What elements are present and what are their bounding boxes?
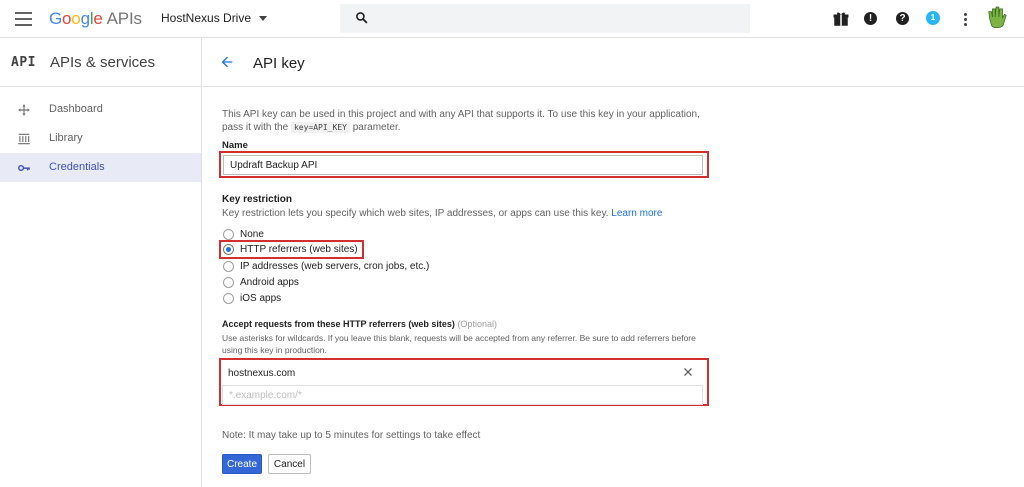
- referrer-input[interactable]: [222, 385, 703, 405]
- radio-http-referrers[interactable]: HTTP referrers (web sites): [223, 244, 358, 255]
- referrers-description: Use asterisks for wildcards. If you leav…: [222, 333, 696, 355]
- radio-ip-addresses[interactable]: IP addresses (web servers, cron jobs, et…: [223, 261, 429, 272]
- menu-icon[interactable]: [15, 12, 32, 26]
- radio-ios-apps[interactable]: iOS apps: [223, 293, 281, 304]
- close-icon[interactable]: [682, 366, 694, 378]
- sidebar: API APIs & services Dashboard Library Cr…: [0, 38, 202, 487]
- chevron-down-icon: [259, 15, 268, 21]
- notifications-badge[interactable]: 1: [926, 11, 944, 29]
- radio-button[interactable]: [223, 229, 234, 240]
- radio-button-selected[interactable]: [223, 244, 234, 255]
- optional-label: (Optional): [457, 319, 497, 329]
- settings-note: Note: It may take up to 5 minutes for se…: [222, 430, 481, 441]
- more-options-icon[interactable]: [964, 13, 967, 31]
- library-icon: [18, 133, 30, 145]
- feedback-icon[interactable]: !: [864, 12, 882, 30]
- api-key-description: This API key can be used in this project…: [222, 109, 700, 133]
- radio-button[interactable]: [223, 261, 234, 272]
- referrers-heading: Accept requests from these HTTP referrer…: [222, 319, 497, 329]
- referrer-entry[interactable]: hostnexus.com: [228, 368, 295, 379]
- sidebar-item-credentials[interactable]: Credentials: [0, 153, 201, 182]
- help-icon[interactable]: ?: [896, 12, 914, 30]
- google-apis-logo[interactable]: Google APIs: [49, 9, 142, 29]
- page-header: API key: [203, 38, 1024, 87]
- project-selector[interactable]: HostNexus Drive: [161, 11, 268, 25]
- main-content: API key This API key can be used in this…: [203, 38, 1024, 487]
- key-restriction-heading: Key restriction: [222, 194, 293, 205]
- search-icon: [356, 12, 368, 24]
- sidebar-item-label: Library: [49, 132, 83, 144]
- sidebar-title: APIs & services: [49, 53, 156, 71]
- radio-none[interactable]: None: [223, 229, 264, 240]
- learn-more-link[interactable]: Learn more: [611, 208, 662, 219]
- name-label: Name: [222, 140, 248, 151]
- project-name: HostNexus Drive: [161, 11, 252, 25]
- name-field[interactable]: [223, 155, 703, 175]
- page-title: API key: [253, 55, 305, 72]
- cancel-button[interactable]: Cancel: [268, 454, 311, 474]
- dashboard-icon: [18, 104, 30, 116]
- radio-button[interactable]: [223, 293, 234, 304]
- gift-icon[interactable]: [832, 10, 850, 28]
- key-restriction-description: Key restriction lets you specify which w…: [222, 208, 663, 219]
- sidebar-item-label: Credentials: [49, 161, 105, 173]
- avatar[interactable]: [986, 6, 1008, 30]
- sidebar-item-dashboard[interactable]: Dashboard: [0, 95, 201, 124]
- back-arrow-icon[interactable]: [219, 54, 235, 70]
- radio-button[interactable]: [223, 277, 234, 288]
- sidebar-item-library[interactable]: Library: [0, 124, 201, 153]
- top-bar: Google APIs HostNexus Drive ! ? 1: [0, 0, 1024, 38]
- search-bar[interactable]: [340, 4, 750, 33]
- api-key-param: key=API_KEY: [290, 122, 350, 133]
- radio-android-apps[interactable]: Android apps: [223, 277, 299, 288]
- create-button[interactable]: Create: [222, 454, 262, 474]
- key-icon: [18, 164, 30, 172]
- api-logo: API: [11, 54, 36, 70]
- sidebar-item-label: Dashboard: [49, 103, 103, 115]
- sidebar-header: API APIs & services: [0, 38, 201, 87]
